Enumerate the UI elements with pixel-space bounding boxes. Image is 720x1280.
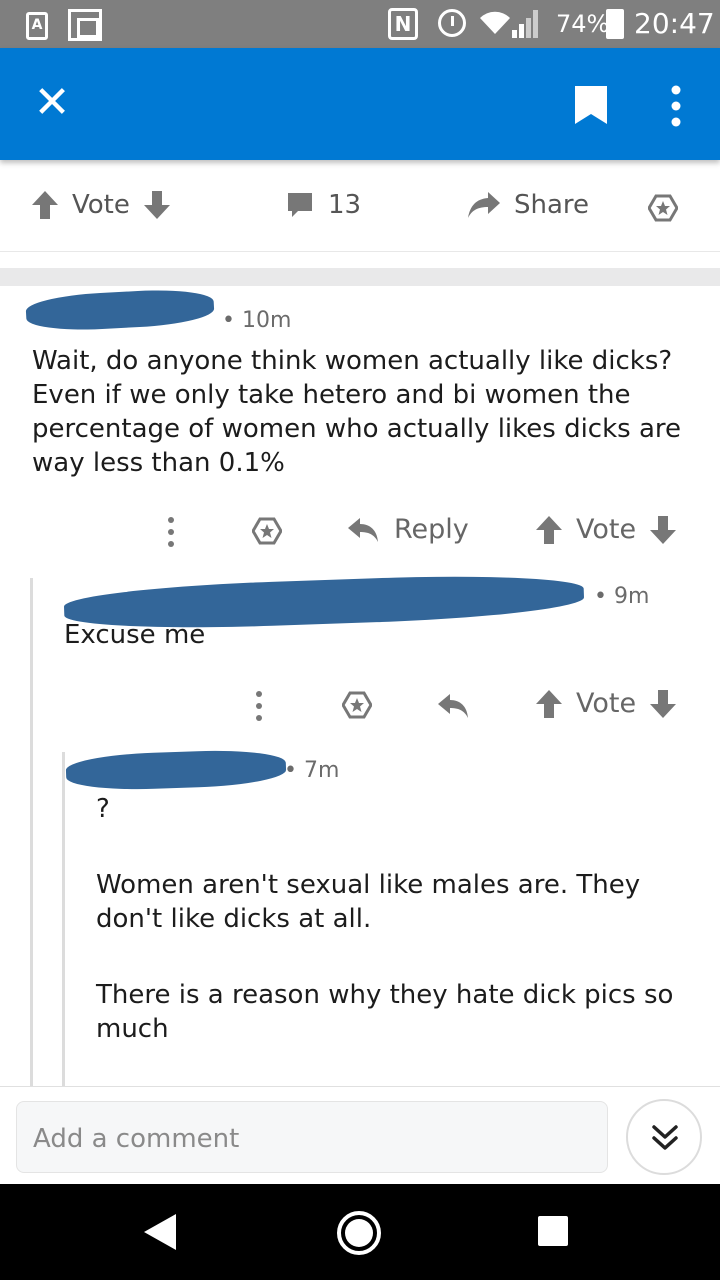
- recents-icon[interactable]: [538, 1216, 568, 1246]
- comment-line: Even if we only take hetero and bi women…: [32, 380, 631, 410]
- comment-body: Excuse me: [64, 618, 684, 652]
- comment-body: ? Women aren't sexual like males are. Th…: [96, 792, 686, 1046]
- comment-icon: [288, 193, 312, 217]
- comment-age: 10m: [241, 308, 292, 333]
- meta-separator: •: [222, 308, 235, 333]
- clock: 20:47: [634, 7, 715, 40]
- award-icon[interactable]: [252, 517, 282, 545]
- comment-age: 9m: [613, 584, 650, 609]
- comment-paragraph: Women aren't sexual like males are. They…: [96, 870, 641, 934]
- wifi-icon: [480, 10, 510, 41]
- share-label: Share: [514, 190, 590, 220]
- jump-next-button[interactable]: [626, 1099, 702, 1175]
- upvote-icon[interactable]: [536, 515, 562, 544]
- comment-reply: • 9m Excuse me Vote: [0, 566, 720, 746]
- bookmark-icon[interactable]: [575, 86, 607, 124]
- downvote-icon[interactable]: [650, 515, 677, 544]
- reply-label: Reply: [394, 514, 469, 545]
- nfc-icon: N: [388, 8, 418, 40]
- award-icon: [648, 194, 678, 222]
- reply-icon[interactable]: [438, 694, 468, 718]
- notification-a-icon: A: [26, 12, 48, 40]
- upvote-icon[interactable]: [32, 191, 58, 219]
- comment-line: Excuse me: [64, 620, 206, 650]
- battery-icon: [606, 9, 624, 39]
- signal-icon: [512, 10, 542, 38]
- comment-actions: Vote: [246, 688, 698, 724]
- more-vertical-icon[interactable]: [166, 516, 176, 548]
- post-vote-group: Vote: [32, 190, 170, 220]
- downvote-icon[interactable]: [143, 191, 170, 219]
- reply-button[interactable]: Reply: [348, 514, 469, 545]
- meta-separator: •: [284, 758, 297, 783]
- upvote-icon[interactable]: [536, 689, 562, 718]
- comment-body: Wait, do anyone think women actually lik…: [32, 344, 692, 480]
- comment-meta: • 9m: [594, 584, 649, 609]
- redacted-username: [65, 748, 287, 792]
- comment-actions: Reply Vote: [158, 514, 698, 550]
- post-vote-label: Vote: [72, 190, 130, 220]
- more-vertical-icon[interactable]: [254, 690, 264, 722]
- more-vertical-icon[interactable]: [664, 84, 688, 128]
- chevrons-down-icon: [652, 1125, 678, 1150]
- app-bar: ✕: [0, 48, 720, 160]
- comment-line: way less than 0.1%: [32, 448, 285, 478]
- system-nav-bar: [0, 1184, 720, 1280]
- comment-paragraph: ?: [96, 794, 110, 824]
- battery-percent: 74%: [556, 10, 610, 38]
- section-divider: [0, 268, 720, 286]
- award-button[interactable]: [648, 194, 678, 222]
- alarm-icon: [438, 9, 466, 37]
- close-icon[interactable]: ✕: [30, 81, 74, 125]
- comment-bar: Add a comment: [0, 1086, 720, 1184]
- share-button[interactable]: Share: [468, 190, 589, 220]
- comment-age: 7m: [303, 758, 340, 783]
- share-icon: [468, 192, 500, 218]
- status-bar: A N 74% 20:47: [0, 0, 720, 48]
- meta-separator: •: [594, 584, 607, 609]
- reply-icon: [348, 517, 378, 542]
- comment-nested-reply: • 7m ? Women aren't sexual like males ar…: [0, 742, 720, 1086]
- comment-vote-group: Vote: [536, 688, 677, 719]
- comment-meta: • 10m: [222, 308, 291, 333]
- comment-vote-group: Vote: [536, 514, 677, 545]
- downvote-icon[interactable]: [650, 689, 677, 718]
- vote-label: Vote: [576, 514, 637, 545]
- vote-label: Vote: [576, 688, 637, 719]
- redacted-username: [25, 287, 215, 333]
- home-icon[interactable]: [336, 1210, 382, 1256]
- notification-gallery-icon: [68, 9, 102, 41]
- award-icon[interactable]: [342, 691, 372, 719]
- back-icon[interactable]: [142, 1212, 178, 1252]
- comment: • 10m Wait, do anyone think women actual…: [0, 286, 720, 576]
- comment-meta: • 7m: [284, 758, 339, 783]
- comment-line: percentage of women who actually likes d…: [32, 414, 682, 444]
- comment-count: 13: [328, 190, 362, 220]
- comment-line: Wait, do anyone think women actually lik…: [32, 346, 673, 376]
- comments-button[interactable]: 13: [286, 190, 361, 220]
- add-comment-input[interactable]: Add a comment: [16, 1101, 608, 1173]
- comment-paragraph: There is a reason why they hate dick pic…: [96, 980, 674, 1044]
- post-action-bar: Vote 13 Share: [0, 160, 720, 252]
